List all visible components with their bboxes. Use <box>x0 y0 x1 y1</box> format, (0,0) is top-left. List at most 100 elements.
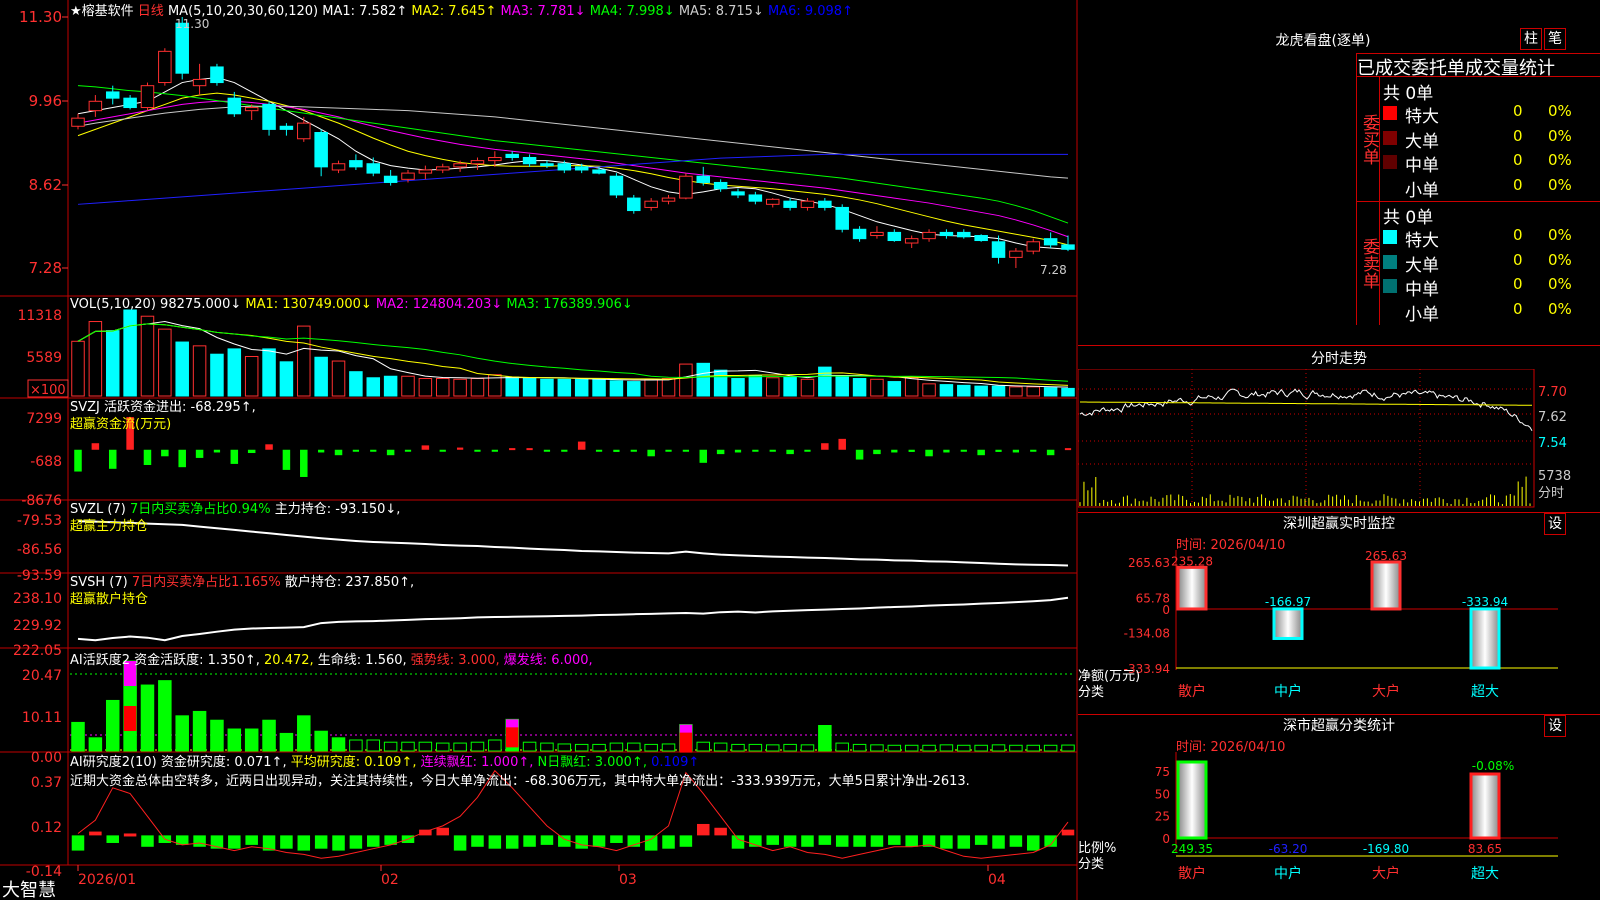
candle[interactable] <box>661 197 676 202</box>
ai-active-bar[interactable] <box>904 744 919 752</box>
candle[interactable] <box>696 175 711 183</box>
ai-active-bar[interactable] <box>331 737 346 752</box>
fund-flow-bar[interactable] <box>178 449 186 468</box>
ai-research-series[interactable] <box>71 823 1075 851</box>
ai-research-bar[interactable] <box>905 835 918 847</box>
volume-bar[interactable] <box>800 378 815 397</box>
tick-mode-button[interactable]: 笔 <box>1544 28 1566 50</box>
ai-active-bar[interactable] <box>349 739 363 752</box>
ai-active-bar[interactable] <box>574 743 589 752</box>
volume-bar[interactable] <box>609 380 624 397</box>
fund-flow-bar[interactable] <box>1064 448 1072 451</box>
candle[interactable] <box>679 175 693 199</box>
volume-bar[interactable] <box>158 328 172 397</box>
ai-active-bar[interactable] <box>435 742 450 752</box>
candle[interactable] <box>818 200 832 208</box>
ai-active-bar[interactable] <box>661 743 676 752</box>
candle[interactable] <box>887 231 902 242</box>
ai-active-bar[interactable] <box>453 742 467 752</box>
ai-research-bar[interactable] <box>332 835 345 851</box>
stock-name[interactable]: ★榕基软件 <box>70 4 134 19</box>
ai-research-bar[interactable] <box>783 835 797 847</box>
candle[interactable] <box>140 85 155 109</box>
candle[interactable] <box>1043 238 1058 246</box>
ai-research-bar[interactable] <box>367 835 380 847</box>
volume-bar[interactable] <box>557 378 572 397</box>
candle[interactable] <box>957 231 971 238</box>
volume-bar[interactable] <box>262 348 276 397</box>
fund-flow-bar[interactable] <box>526 448 533 451</box>
category-bar[interactable] <box>1176 565 1208 611</box>
ai-active-bar[interactable] <box>522 741 537 752</box>
candle[interactable] <box>401 172 415 180</box>
candle[interactable] <box>123 97 137 109</box>
ai-active-bar[interactable] <box>192 710 207 752</box>
volume-bar[interactable] <box>835 375 849 397</box>
volume-bar[interactable] <box>627 381 641 397</box>
ai-research-bar[interactable] <box>974 835 988 845</box>
fund-flow-bar[interactable] <box>647 449 655 457</box>
candle[interactable] <box>592 169 606 174</box>
fund-flow-bar[interactable] <box>230 449 239 464</box>
fund-flow-bar[interactable] <box>334 449 343 456</box>
period-label[interactable]: 日线 <box>138 4 164 19</box>
volume-bar[interactable] <box>71 340 85 397</box>
ai-research-bar[interactable] <box>870 835 884 847</box>
ai-active-bar[interactable] <box>540 742 554 752</box>
category-bar[interactable] <box>1176 760 1208 840</box>
candle[interactable] <box>71 117 85 127</box>
ai-research-bar[interactable] <box>123 833 137 837</box>
candle[interactable] <box>453 163 467 168</box>
ai-research-bar[interactable] <box>957 835 971 849</box>
volume-bar[interactable] <box>1043 387 1058 397</box>
ai-active-bar[interactable] <box>470 741 485 752</box>
ai-active-bar[interactable] <box>71 721 85 752</box>
volume-bar[interactable] <box>852 378 867 397</box>
ai-active-bar[interactable] <box>366 739 381 752</box>
ai-research-bar[interactable] <box>280 835 293 849</box>
candle[interactable] <box>522 156 537 165</box>
ai-active-bar[interactable] <box>383 741 398 752</box>
fund-flow-bar[interactable] <box>491 449 498 452</box>
ai-active-bar[interactable] <box>175 715 189 752</box>
candle[interactable] <box>939 231 954 237</box>
fund-flow-bar[interactable] <box>838 438 846 450</box>
monitor-chart[interactable]: 265.6365.780-134.08-333.94235.28散户-166.9… <box>1078 550 1600 712</box>
candle[interactable] <box>331 163 346 171</box>
intraday-chart[interactable]: 7.70 7.62 7.54 5738 分时 <box>1078 369 1600 509</box>
fund-flow-bar[interactable] <box>908 449 915 452</box>
fund-flow-bar[interactable] <box>370 449 377 452</box>
ai-research-bar[interactable] <box>766 835 779 845</box>
candle[interactable] <box>435 166 450 171</box>
ai-research-bar[interactable] <box>71 835 85 851</box>
fund-flow-bar[interactable] <box>682 449 690 452</box>
ai-active-bar[interactable] <box>644 743 658 752</box>
ai-active-bar[interactable] <box>158 680 172 752</box>
fund-flow-bar[interactable] <box>1030 449 1037 452</box>
volume-bar[interactable] <box>957 384 971 397</box>
candle[interactable] <box>922 231 936 240</box>
candle[interactable] <box>418 169 433 174</box>
ai-research-bar[interactable] <box>314 835 328 849</box>
volume-bar[interactable] <box>887 381 902 397</box>
candle[interactable] <box>505 153 519 158</box>
volume-bar[interactable] <box>679 363 693 397</box>
fund-flow-bar[interactable] <box>352 449 360 452</box>
ai-active-bar[interactable] <box>731 743 745 752</box>
ai-active-bar[interactable] <box>262 719 276 752</box>
candle[interactable] <box>627 197 641 212</box>
candle[interactable] <box>349 160 363 168</box>
ai-research-bar[interactable] <box>940 835 953 849</box>
fund-flow-bar[interactable] <box>925 449 933 457</box>
volume-bar[interactable] <box>244 355 259 397</box>
fund-flow-bar[interactable] <box>161 449 169 457</box>
volume-bar[interactable] <box>765 377 780 397</box>
volume-bar[interactable] <box>748 374 763 397</box>
fund-flow-bar[interactable] <box>265 444 273 450</box>
candle[interactable] <box>1026 241 1041 252</box>
candle[interactable] <box>974 235 988 242</box>
candle[interactable] <box>262 103 276 130</box>
candlestick-series[interactable] <box>71 17 1075 268</box>
ai-research-bar[interactable] <box>662 835 675 849</box>
candle[interactable] <box>158 50 172 84</box>
